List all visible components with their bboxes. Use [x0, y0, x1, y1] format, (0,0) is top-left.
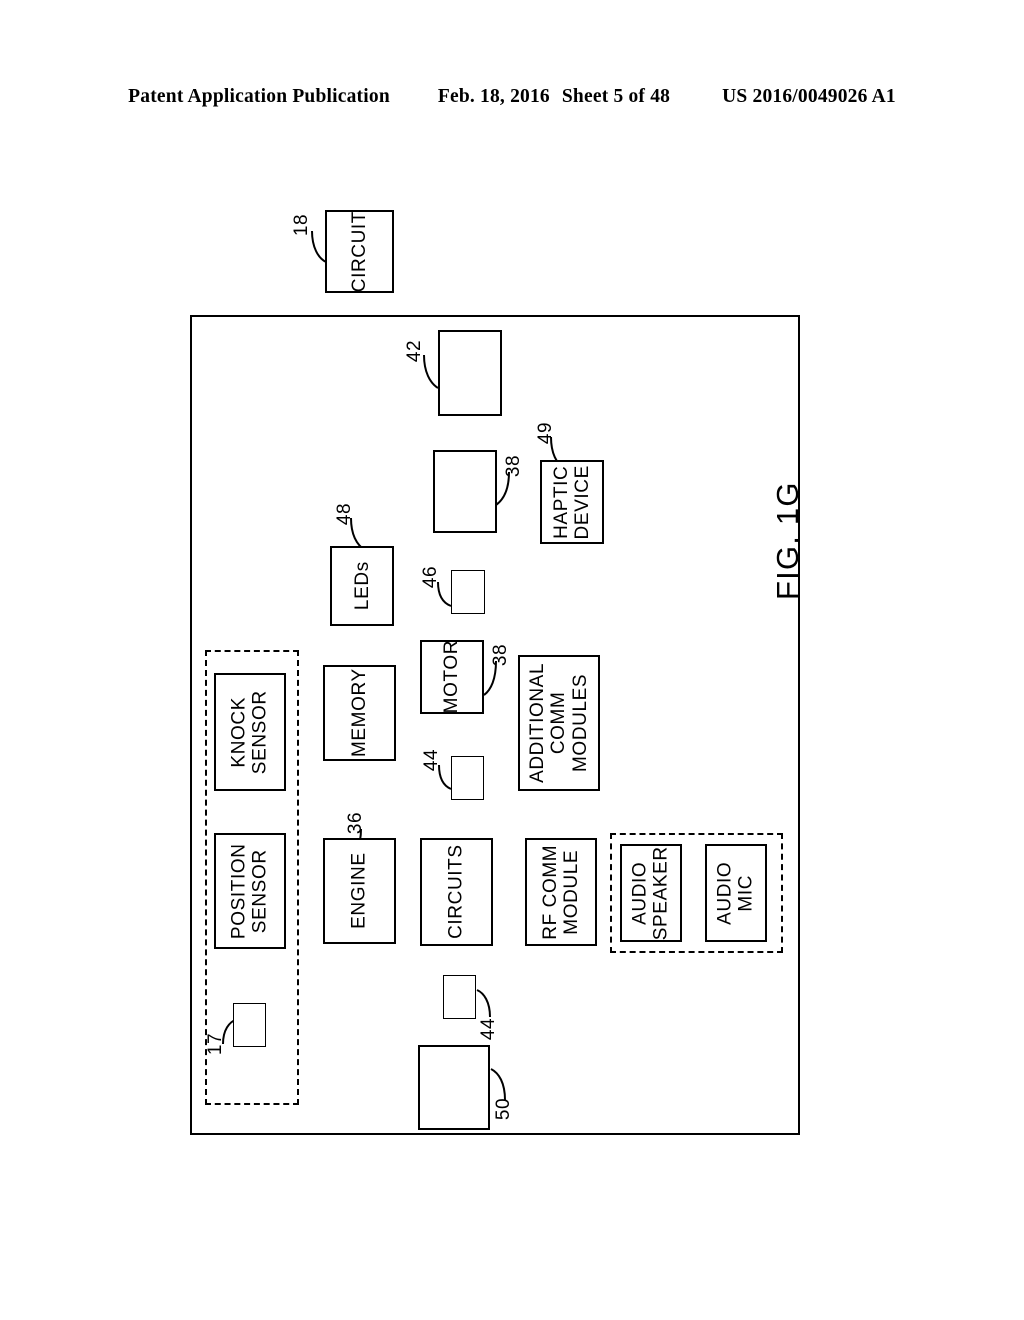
reference-numeral-48: 48 — [334, 502, 356, 526]
reference-numeral-46: 46 — [420, 565, 442, 589]
block-audio-mic[interactable]: AUDIO MIC — [705, 844, 767, 942]
block-position-sensor[interactable]: POSITION SENSOR — [214, 833, 286, 949]
block-position-sensor-label: POSITION SENSOR — [228, 843, 271, 939]
block-engine-label: ENGINE — [348, 852, 370, 930]
block-leds-label: LEDs — [351, 561, 373, 611]
block-audio-speaker[interactable]: AUDIO SPEAKER — [620, 844, 682, 942]
block-knock-sensor[interactable]: KNOCK SENSOR — [214, 673, 286, 791]
reference-numeral-18: 18 — [291, 213, 313, 237]
reference-numeral-36: 36 — [345, 811, 367, 835]
reference-numeral-17: 17 — [205, 1032, 227, 1056]
block-knock-sensor-label: KNOCK SENSOR — [228, 690, 271, 774]
block-memory[interactable]: MEMORY — [323, 665, 396, 761]
block-circuit[interactable]: CIRCUIT — [325, 210, 394, 293]
block-haptic-device[interactable]: HAPTIC DEVICE — [540, 460, 604, 544]
block-audio-speaker-label: AUDIO SPEAKER — [629, 846, 672, 940]
block-rf-comm-module-label: RF COMM MODULE — [539, 844, 582, 940]
reference-numeral-38-motor: 38 — [490, 643, 512, 667]
block-engine[interactable]: ENGINE — [323, 838, 396, 944]
block-memory-label: MEMORY — [348, 668, 370, 758]
block-42[interactable] — [438, 330, 502, 416]
block-leds[interactable]: LEDs — [330, 546, 394, 626]
reference-numeral-49: 49 — [535, 421, 557, 445]
figure-caption: FIG. 1G — [770, 481, 805, 600]
block-motor[interactable]: MOTOR — [420, 640, 484, 714]
block-50[interactable] — [418, 1045, 490, 1130]
block-haptic-device-label: HAPTIC DEVICE — [550, 464, 593, 540]
block-additional-comm-modules-label: ADDITIONAL COMM MODULES — [527, 662, 591, 784]
block-44-lower[interactable] — [443, 975, 476, 1019]
block-circuit-label: CIRCUIT — [348, 210, 370, 293]
block-additional-comm-modules[interactable]: ADDITIONAL COMM MODULES — [518, 655, 600, 791]
block-38-upper[interactable] — [433, 450, 497, 533]
block-17[interactable] — [233, 1003, 266, 1047]
block-44-upper[interactable] — [451, 756, 484, 800]
block-circuits[interactable]: CIRCUITS — [420, 838, 493, 946]
reference-numeral-44-upper: 44 — [421, 748, 443, 772]
patent-figure: CIRCUIT 18 42 38 HAPTIC DEVICE 49 LEDs 48… — [0, 0, 1024, 1320]
block-46[interactable] — [451, 570, 485, 614]
reference-numeral-50: 50 — [493, 1097, 515, 1121]
block-audio-mic-label: AUDIO MIC — [714, 861, 757, 925]
reference-numeral-44-lower: 44 — [478, 1017, 500, 1041]
block-circuits-label: CIRCUITS — [445, 844, 467, 940]
reference-numeral-38-upper: 38 — [503, 454, 525, 478]
block-motor-label: MOTOR — [441, 640, 463, 714]
reference-numeral-42: 42 — [404, 339, 426, 363]
block-rf-comm-module[interactable]: RF COMM MODULE — [525, 838, 597, 946]
